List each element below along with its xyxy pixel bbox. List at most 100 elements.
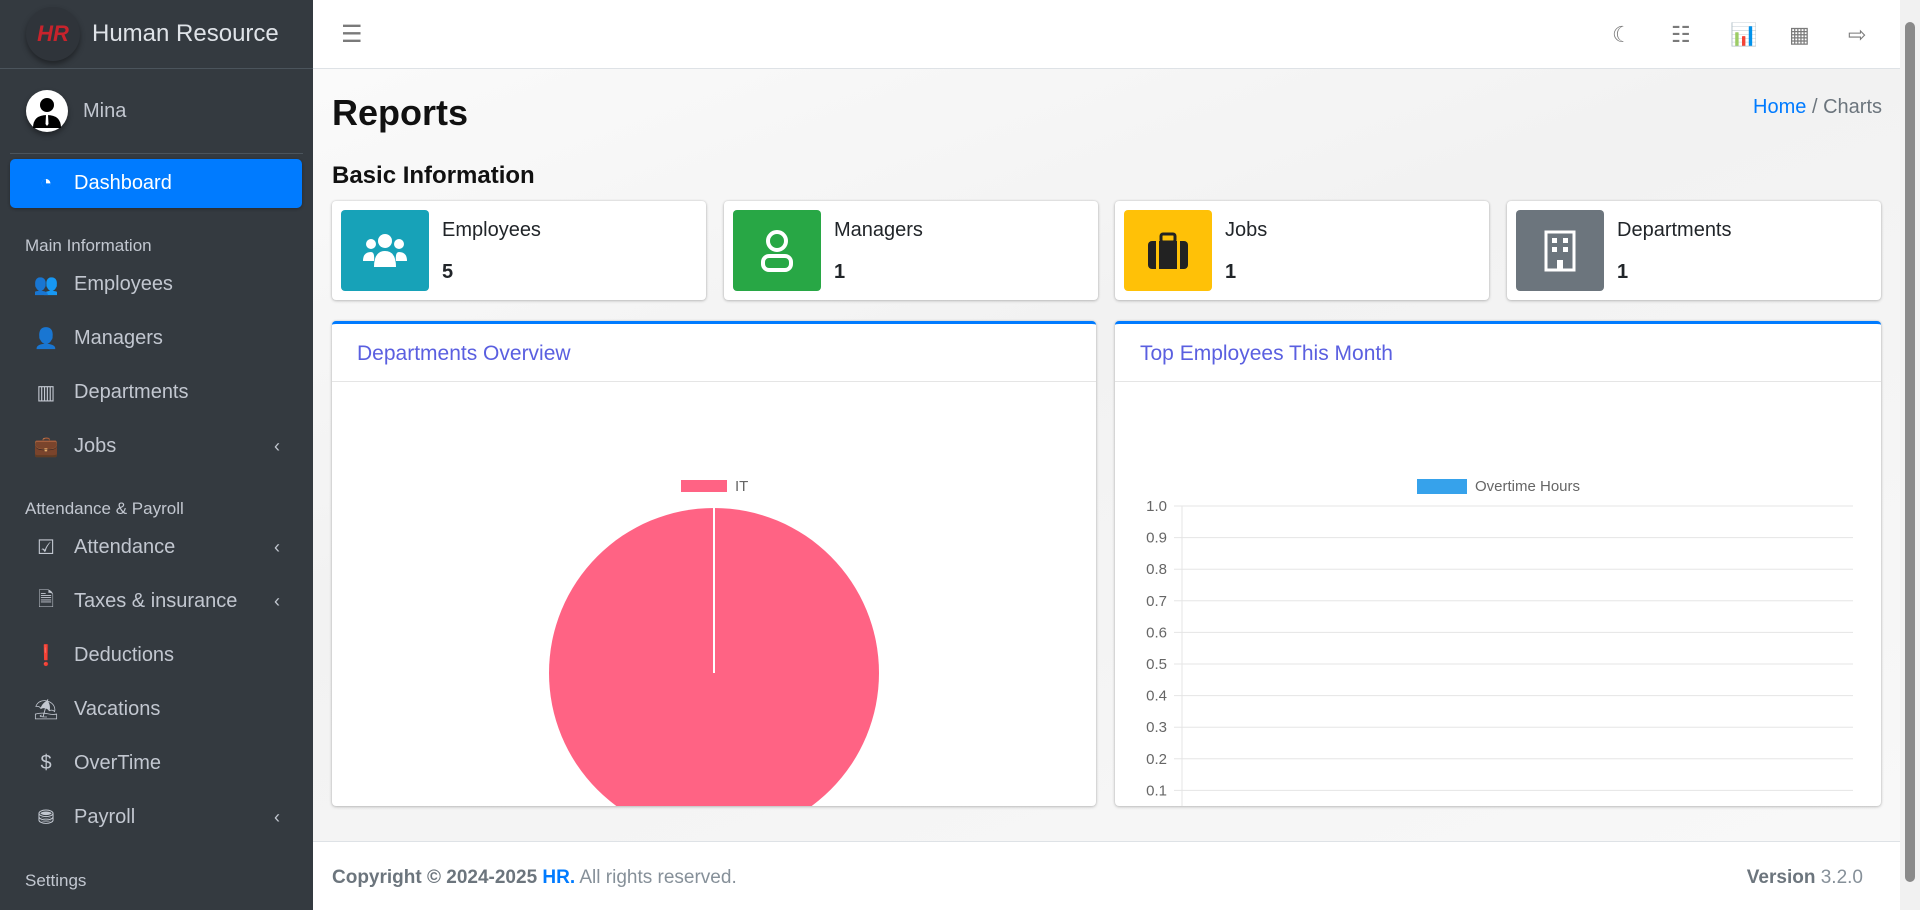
y-tick-label: 0.6 [1146,624,1167,641]
brand-logo: HR [26,7,80,61]
info-card-employees: Employees 5 [332,201,706,300]
scrollbar-thumb[interactable] [1905,22,1915,882]
info-card-jobs: Jobs 1 [1115,201,1489,300]
page-title: Reports [332,92,469,133]
dark-mode-moon-icon[interactable]: ☾ [1612,22,1632,48]
avatar [26,90,68,132]
card-value: 1 [1225,261,1237,283]
exclamation-circle-icon: ❗ [33,645,59,667]
version-number: 3.2.0 [1820,867,1863,888]
tasks-icon[interactable]: ☷ [1671,22,1691,48]
user-avatar-icon [33,98,61,128]
user-panel[interactable]: Mina [10,69,303,154]
info-card-managers: Managers 1 [724,201,1098,300]
chevron-left-icon: ‹ [274,591,280,611]
hamburger-menu-icon[interactable]: ☰ [341,20,363,49]
breadcrumb-separator: / [1811,96,1818,118]
building-icon [1516,210,1604,291]
sidebar-item-jobs[interactable]: 💼 Jobs ‹ [10,422,302,471]
nav-header-attendance: Attendance & Payroll [25,499,184,518]
rights-text: All rights reserved. [575,867,737,888]
y-tick-label: 0.8 [1146,561,1167,578]
copyright-text: Copyright © 2024-2025 [332,867,538,888]
y-tick-label: 0.5 [1146,656,1167,673]
footer: Copyright © 2024-2025 HR. All rights res… [313,841,1900,910]
briefcase-icon: 💼 [33,436,59,458]
sidebar-item-label: Vacations [74,698,161,720]
card-value: 5 [442,261,454,283]
coins-icon: ⛃ [37,807,55,829]
umbrella-beach-icon: ⛱ [33,699,59,721]
sidebar-item-overtime[interactable]: $ OverTime [10,739,302,788]
calendar-check-icon: ☑ [37,537,55,559]
calendar-icon[interactable]: ▦ [1789,22,1810,48]
departments-overview-panel: Departments Overview IT [332,321,1096,838]
card-label: Jobs [1225,219,1268,241]
sidebar-item-managers[interactable]: 👤 Managers [10,314,302,363]
chevron-left-icon: ‹ [274,807,280,827]
section-title: Basic Information [332,162,535,189]
version-label: Version [1746,867,1816,888]
sidebar-item-label: Taxes & insurance [74,590,238,612]
sidebar-item-attendance[interactable]: ☑ Attendance ‹ [10,523,302,572]
breadcrumb-home[interactable]: Home [1753,96,1806,118]
nav-header-settings: Settings [25,871,87,890]
copyright: Copyright © 2024-2025 HR. All rights res… [332,867,737,889]
sidebar-item-payroll[interactable]: ⛃ Payroll ‹ [10,793,302,842]
sidebar-item-employees[interactable]: 👥 Employees [10,260,302,309]
users-icon: 👥 [33,274,59,296]
panel-title: Top Employees This Month [1115,324,1881,382]
info-card-departments: Departments 1 [1507,201,1881,300]
card-label: Employees [442,219,541,241]
sidebar-item-label: Attendance [74,536,176,558]
briefcase-icon [1124,210,1212,291]
sidebar-item-label: Managers [74,327,163,349]
footer-brand-link[interactable]: HR. [542,867,575,888]
card-label: Departments [1617,219,1732,241]
panel-title: Departments Overview [332,324,1096,382]
sidebar-item-label: Dashboard [74,172,172,194]
user-icon: 👤 [33,328,59,350]
chevron-left-icon: ‹ [274,436,280,456]
sidebar-item-label: Deductions [74,644,175,666]
user-outline-icon [733,210,821,291]
sidebar-item-deductions[interactable]: ❗ Deductions [10,631,302,680]
sidebar-item-vacations[interactable]: ⛱ Vacations [10,685,302,734]
chevron-left-icon: ‹ [274,537,280,557]
sidebar-item-departments[interactable]: ▥ Departments [10,368,302,417]
breadcrumb: Home / Charts [1753,96,1882,119]
version: Version 3.2.0 [1747,867,1863,889]
y-tick-label: 0.3 [1146,719,1167,736]
sidebar-item-dashboard[interactable]: ◔ Dashboard [10,159,302,208]
user-name[interactable]: Mina [83,100,126,123]
chart-bar-icon[interactable]: 📊 [1730,22,1757,48]
brand-name: Human Resource [92,20,279,47]
y-tick-label: 0.4 [1146,688,1167,705]
y-tick-label: 0.9 [1146,530,1167,547]
breadcrumb-current: Charts [1823,96,1882,118]
nav-header-main: Main Information [25,236,152,255]
building-icon: ▥ [36,382,56,404]
scrollbar[interactable] [1900,0,1920,910]
sidebar-item-label: Employees [74,273,173,295]
y-tick-label: 1.0 [1146,498,1167,515]
y-tick-label: 0.1 [1146,782,1167,799]
legend-label: IT [735,478,748,495]
card-value: 1 [834,261,846,283]
top-navbar: ☰ ☾ ☷ 📊 ▦ ⇨ [313,0,1900,69]
card-value: 1 [1617,261,1629,283]
top-employees-panel: Top Employees This Month 00.10.20.30.40.… [1115,321,1881,831]
users-icon [341,210,429,291]
sign-out-icon[interactable]: ⇨ [1848,22,1866,48]
legend-label: Overtime Hours [1475,478,1580,495]
sidebar-item-taxes[interactable]: 🗎 Taxes & insurance ‹ [10,577,302,626]
sidebar-item-label: Departments [74,381,189,403]
legend-swatch [1417,479,1467,494]
sidebar-item-label: Payroll [74,806,136,828]
tachometer-icon: ◔ [39,172,53,194]
sidebar: HR Human Resource Mina ◔ Dashboard Main I… [0,0,313,910]
sidebar-item-label: OverTime [74,752,162,774]
departments-pie-chart: IT [549,478,879,838]
y-tick-label: 0.7 [1146,593,1167,610]
brand-link[interactable]: HR Human Resource [0,0,313,69]
